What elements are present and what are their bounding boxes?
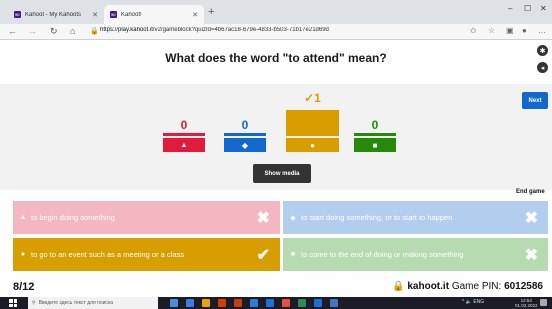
lock-icon: 🔒 xyxy=(392,281,405,292)
cross-icon: ✖ xyxy=(524,210,538,227)
maximize-icon[interactable]: ☐ xyxy=(524,4,531,13)
answer-text: to begin doing something xyxy=(31,213,115,222)
tab-my-kahoots[interactable]: K! Kahoot - My Kahoots ✕ xyxy=(8,5,104,24)
answer-text: to come to the end of doing or making so… xyxy=(301,250,464,259)
system-tray[interactable]: ^ 🔈 ENG xyxy=(462,299,484,305)
url-host: https://play.kahoot.it xyxy=(100,27,153,33)
count-yellow: ✓1 xyxy=(304,91,321,105)
settings-icon[interactable]: ✱ xyxy=(537,45,548,56)
taskbar-clock[interactable]: 12:54 01.02.2022 xyxy=(515,298,538,308)
windows-start-icon[interactable] xyxy=(9,299,17,307)
circle-icon: ● xyxy=(286,138,339,152)
square-icon: ■ xyxy=(354,138,396,152)
home-icon[interactable]: ⌂ xyxy=(70,26,75,37)
game-footer: 8/12 🔒 kahoot.it Game PIN: 6012586 xyxy=(0,277,552,297)
forward-icon[interactable]: → xyxy=(28,26,37,37)
question-title: What does the word "to attend" mean? xyxy=(165,51,387,65)
back-icon[interactable]: ← xyxy=(8,26,17,37)
show-media-button[interactable]: Show media xyxy=(253,164,311,183)
kahoot-favicon-icon: K! xyxy=(110,11,117,18)
favorites-icon[interactable]: ☆ xyxy=(488,26,495,35)
bar-blue xyxy=(224,133,266,136)
cross-icon: ✖ xyxy=(256,210,270,227)
app-icon[interactable] xyxy=(298,299,306,307)
url-field[interactable]: https://play.kahoot.it/v2/gameblock?quiz… xyxy=(100,27,390,33)
tab-title: Kahoot! xyxy=(121,11,142,18)
pin-value: 6012586 xyxy=(504,281,543,292)
close-tab-icon[interactable]: ✕ xyxy=(92,11,98,19)
answer-text: to go to an event such as a meeting or a… xyxy=(31,250,185,259)
bar-yellow xyxy=(286,110,339,136)
count-blue: 0 xyxy=(241,118,249,132)
count-red: 0 xyxy=(180,118,188,132)
square-icon: ■ xyxy=(290,251,296,258)
count-green: 0 xyxy=(371,118,379,132)
collections-icon[interactable]: ▣ xyxy=(506,26,514,35)
search-placeholder: Введите здесь текст для поиска xyxy=(38,300,113,306)
teams-icon[interactable] xyxy=(314,299,322,307)
search-icon: ⚲ xyxy=(32,300,36,306)
close-tab-icon[interactable]: ✕ xyxy=(192,11,198,19)
more-icon[interactable]: … xyxy=(538,26,546,35)
screen: K! Kahoot - My Kahoots ✕ K! Kahoot! ✕ + … xyxy=(0,0,552,309)
powerpoint-icon[interactable] xyxy=(234,299,242,307)
answer-text: to start doing something, or to start to… xyxy=(301,213,453,222)
site-name: kahoot.it xyxy=(407,281,450,292)
edge-icon[interactable] xyxy=(186,299,194,307)
kahoot-favicon-icon: K! xyxy=(14,11,21,18)
diamond-icon: ◆ xyxy=(290,214,296,222)
windows-taskbar: ⚲ Введите здесь текст для поиска ^ 🔈 ENG… xyxy=(0,297,552,309)
answer-red: ▲ to begin doing something ✖ xyxy=(13,201,280,234)
browser-tab-bar: K! Kahoot - My Kahoots ✕ K! Kahoot! ✕ + … xyxy=(0,0,552,24)
lock-icon: 🔒 xyxy=(90,28,99,35)
end-game-button[interactable]: End game xyxy=(516,189,545,195)
clock-date: 01.02.2022 xyxy=(515,303,538,308)
answer-yellow: ● to go to an event such as a meeting or… xyxy=(13,238,280,271)
chrome-icon[interactable] xyxy=(282,299,290,307)
profile-icon[interactable]: ● xyxy=(522,26,527,35)
pin-label: Game PIN: xyxy=(451,281,502,292)
next-button[interactable]: Next xyxy=(522,92,548,109)
app-icon-2[interactable] xyxy=(330,299,338,307)
taskbar-search[interactable]: ⚲ Введите здесь текст для поиска xyxy=(28,297,158,309)
notifications-icon[interactable] xyxy=(540,299,547,306)
cross-icon: ✖ xyxy=(524,247,538,264)
minimize-icon[interactable]: – xyxy=(508,4,512,13)
check-icon: ✔ xyxy=(256,247,270,264)
explorer-icon[interactable] xyxy=(202,299,210,307)
reload-icon[interactable]: ↻ xyxy=(50,26,58,37)
answer-blue: ◆ to start doing something, or to start … xyxy=(283,201,548,234)
tab-title: Kahoot - My Kahoots xyxy=(25,11,82,18)
circle-icon: ● xyxy=(20,251,26,258)
diamond-icon: ◆ xyxy=(224,138,266,152)
triangle-icon: ▲ xyxy=(163,138,205,152)
triangle-icon: ▲ xyxy=(19,214,27,221)
window-close-icon[interactable]: ✕ xyxy=(540,4,547,13)
address-bar: ← → ↻ ⌂ 🔒 https://play.kahoot.it/v2/game… xyxy=(0,24,552,40)
question-counter: 8/12 xyxy=(13,281,35,293)
reading-icon[interactable]: ✩ xyxy=(470,26,477,35)
game-pin: 🔒 kahoot.it Game PIN: 6012586 xyxy=(392,281,543,292)
bar-green xyxy=(354,133,396,136)
url-path: /v2/gameblock?quizId=4b67ac18-679e-4833-… xyxy=(152,27,329,33)
task-view-icon[interactable] xyxy=(170,299,178,307)
answer-green: ■ to come to the end of doing or making … xyxy=(283,238,548,271)
new-tab-button[interactable]: + xyxy=(208,6,214,18)
zoom-icon[interactable] xyxy=(266,299,274,307)
office-icon[interactable] xyxy=(218,299,226,307)
volume-icon[interactable]: ◂ xyxy=(537,62,548,73)
bar-red xyxy=(163,133,205,136)
tab-kahoot[interactable]: K! Kahoot! ✕ xyxy=(104,5,204,24)
word-icon[interactable] xyxy=(250,299,258,307)
